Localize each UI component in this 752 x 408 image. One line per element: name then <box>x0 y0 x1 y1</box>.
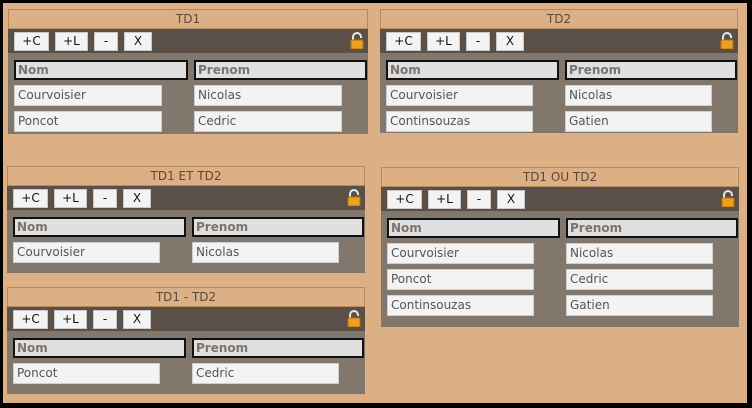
panel-toolbar: +C +L - X <box>7 186 365 210</box>
cell-nom[interactable]: Continsouzas <box>386 111 533 132</box>
column-header-prenom[interactable]: Prenom <box>192 217 364 237</box>
lock-open-icon[interactable] <box>347 189 361 207</box>
delete-button[interactable]: X <box>123 189 151 208</box>
delete-button[interactable]: X <box>124 32 152 51</box>
remove-button[interactable]: - <box>467 190 491 209</box>
column-header-prenom[interactable]: Prenom <box>566 218 738 238</box>
cell-nom[interactable]: Continsouzas <box>387 295 534 316</box>
column-header-prenom[interactable]: Prenom <box>192 338 364 358</box>
cell-prenom[interactable]: Cedric <box>194 111 342 132</box>
remove-button[interactable]: - <box>94 32 118 51</box>
app-canvas: TD1 +C +L - X Nom Prenom Courvoisier Nico… <box>3 3 747 403</box>
cell-prenom[interactable]: Nicolas <box>192 242 339 263</box>
add-column-button[interactable]: +C <box>387 190 422 209</box>
panel-td1-moins-td2: TD1 - TD2 +C +L - X Nom Prenom Poncot Ced… <box>7 287 365 394</box>
table-body: Nom Prenom Courvoisier Nicolas Poncot Cedr… <box>381 211 739 327</box>
add-column-button[interactable]: +C <box>386 32 421 51</box>
lock-open-icon[interactable] <box>347 310 361 328</box>
delete-button[interactable]: X <box>123 310 151 329</box>
table-body: Nom Prenom Poncot Cedric <box>7 331 365 394</box>
panel-toolbar: +C +L - X <box>8 29 368 53</box>
column-header-nom[interactable]: Nom <box>386 60 559 80</box>
panel-toolbar: +C +L - X <box>7 307 365 331</box>
column-header-nom[interactable]: Nom <box>13 338 186 358</box>
cell-prenom[interactable]: Nicolas <box>565 85 712 106</box>
add-line-button[interactable]: +L <box>55 32 88 51</box>
lock-open-icon[interactable] <box>721 190 735 208</box>
column-header-nom[interactable]: Nom <box>387 218 560 238</box>
cell-nom[interactable]: Courvoisier <box>386 85 533 106</box>
cell-nom[interactable]: Poncot <box>13 363 160 384</box>
column-header-nom[interactable]: Nom <box>13 217 186 237</box>
table-body: Nom Prenom Courvoisier Nicolas Poncot Cedr… <box>8 53 368 134</box>
cell-prenom[interactable]: Cedric <box>192 363 339 384</box>
add-column-button[interactable]: +C <box>13 189 48 208</box>
panel-toolbar: +C +L - X <box>381 187 739 211</box>
cell-prenom[interactable]: Nicolas <box>194 85 342 106</box>
cell-prenom[interactable]: Nicolas <box>566 243 713 264</box>
add-column-button[interactable]: +C <box>14 32 49 51</box>
add-line-button[interactable]: +L <box>54 310 87 329</box>
panel-toolbar: +C +L - X <box>380 29 738 53</box>
panel-title: TD1 - TD2 <box>7 287 365 307</box>
column-header-nom[interactable]: Nom <box>14 60 188 80</box>
cell-prenom[interactable]: Gatien <box>566 295 713 316</box>
delete-button[interactable]: X <box>496 32 524 51</box>
panel-title: TD1 ET TD2 <box>7 166 365 186</box>
lock-open-icon[interactable] <box>720 32 734 50</box>
table-body: Nom Prenom Courvoisier Nicolas Continsouza… <box>380 53 738 133</box>
panel-title: TD2 <box>380 9 738 29</box>
panel-title: TD1 OU TD2 <box>381 167 739 187</box>
panel-td1-ou-td2: TD1 OU TD2 +C +L - X Nom Prenom Courvoisi… <box>381 167 739 327</box>
panel-title: TD1 <box>8 9 368 29</box>
cell-nom[interactable]: Courvoisier <box>387 243 534 264</box>
panel-td1: TD1 +C +L - X Nom Prenom Courvoisier Nico… <box>8 9 368 134</box>
cell-nom[interactable]: Courvoisier <box>14 85 162 106</box>
remove-button[interactable]: - <box>93 310 117 329</box>
add-line-button[interactable]: +L <box>428 190 461 209</box>
cell-nom[interactable]: Poncot <box>387 269 534 290</box>
remove-button[interactable]: - <box>93 189 117 208</box>
lock-open-icon[interactable] <box>350 32 364 50</box>
delete-button[interactable]: X <box>497 190 525 209</box>
cell-nom[interactable]: Poncot <box>14 111 162 132</box>
column-header-prenom[interactable]: Prenom <box>565 60 737 80</box>
add-line-button[interactable]: +L <box>54 189 87 208</box>
add-line-button[interactable]: +L <box>427 32 460 51</box>
panel-td2: TD2 +C +L - X Nom Prenom Courvoisier Nico… <box>380 9 738 133</box>
remove-button[interactable]: - <box>466 32 490 51</box>
add-column-button[interactable]: +C <box>13 310 48 329</box>
cell-nom[interactable]: Courvoisier <box>13 242 160 263</box>
cell-prenom[interactable]: Cedric <box>566 269 713 290</box>
table-body: Nom Prenom Courvoisier Nicolas <box>7 210 365 273</box>
column-header-prenom[interactable]: Prenom <box>194 60 367 80</box>
panel-td1-et-td2: TD1 ET TD2 +C +L - X Nom Prenom Courvoisi… <box>7 166 365 273</box>
cell-prenom[interactable]: Gatien <box>565 111 712 132</box>
